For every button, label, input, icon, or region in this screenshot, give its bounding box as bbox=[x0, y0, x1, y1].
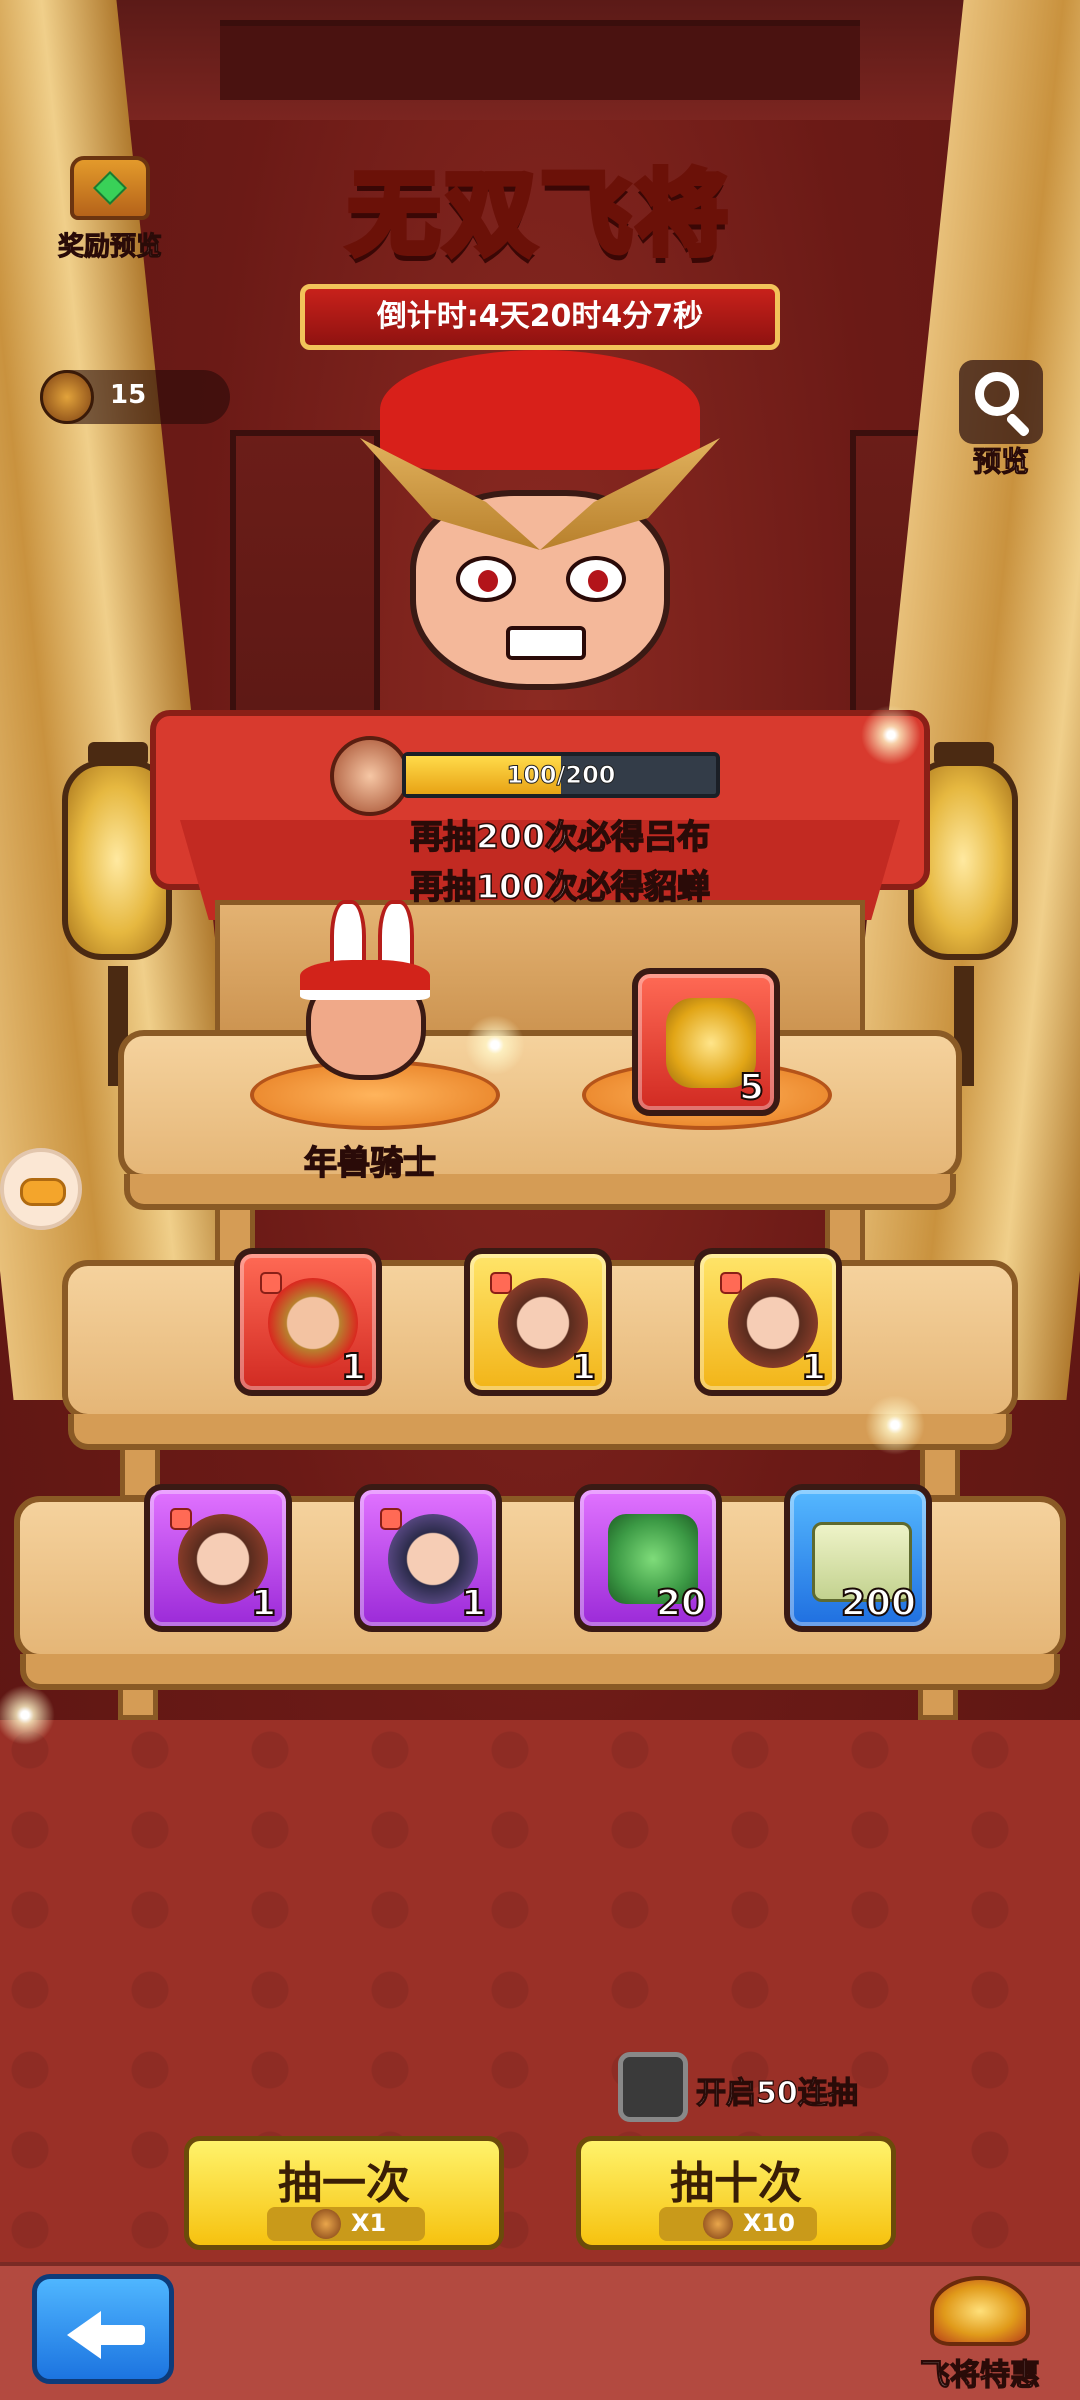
multi-draw-checkbox[interactable] bbox=[618, 2052, 688, 2122]
summon-token-icon bbox=[311, 2209, 341, 2239]
back-button[interactable] bbox=[32, 2274, 174, 2384]
sparkle-effect bbox=[860, 1390, 930, 1460]
pity-progress-text: 100/200 bbox=[506, 761, 616, 790]
search-icon bbox=[959, 360, 1043, 444]
featured-hero-portrait bbox=[340, 350, 740, 710]
draw-ten-button[interactable]: 抽十次 X10 bbox=[576, 2136, 896, 2250]
back-arrow-icon bbox=[67, 2311, 101, 2359]
pity-hero-avatar bbox=[330, 736, 410, 816]
promo-label: 飞将特惠 bbox=[919, 2357, 1040, 2393]
reward-item[interactable]: 1 bbox=[694, 1248, 842, 1396]
treasure-chest-icon bbox=[70, 156, 150, 220]
multi-draw-label: 开启50连抽 bbox=[695, 2075, 858, 2111]
preview-label: 预览 bbox=[972, 445, 1029, 479]
event-title-banner: 无双飞将 bbox=[250, 140, 830, 300]
gold-pile-icon bbox=[930, 2276, 1030, 2346]
featured-character-name: 年兽骑士 bbox=[303, 1142, 437, 1183]
reward-item[interactable]: 20 bbox=[574, 1484, 722, 1632]
pity-progress-bar: 100/200 bbox=[402, 752, 720, 798]
reward-preview-label: 奖励预览 bbox=[57, 232, 162, 263]
currency-value: 15 bbox=[110, 380, 147, 410]
reward-item[interactable]: 1 bbox=[464, 1248, 612, 1396]
reward-item[interactable]: 1 bbox=[234, 1248, 382, 1396]
countdown-timer: 倒计时:4天20时4分7秒 bbox=[300, 284, 780, 350]
gamepad-button[interactable] bbox=[0, 1148, 82, 1230]
promo-button[interactable]: 飞将特惠 bbox=[900, 2276, 1060, 2394]
event-title: 无双飞将 bbox=[345, 158, 732, 271]
currency-counter: 15 bbox=[40, 370, 230, 424]
ceiling bbox=[0, 0, 1080, 120]
gamepad-icon bbox=[20, 1178, 66, 1206]
reward-item[interactable]: 5 bbox=[632, 968, 780, 1116]
draw-ten-cost: X10 bbox=[659, 2207, 817, 2241]
pity-line-1: 再抽200次必得吕布 bbox=[409, 816, 711, 857]
reward-preview-button[interactable]: 奖励预览 bbox=[50, 156, 170, 263]
featured-character-sprite[interactable] bbox=[290, 900, 440, 1100]
draw-once-cost: X1 bbox=[267, 2207, 425, 2241]
preview-button[interactable]: 预览 bbox=[956, 360, 1046, 479]
reward-item[interactable]: 200 bbox=[784, 1484, 932, 1632]
summon-token-icon bbox=[703, 2209, 733, 2239]
reward-item[interactable]: 1 bbox=[354, 1484, 502, 1632]
summon-token-icon bbox=[40, 370, 94, 424]
sparkle-effect bbox=[0, 1680, 60, 1750]
draw-once-button[interactable]: 抽一次 X1 bbox=[184, 2136, 504, 2250]
sparkle-effect bbox=[856, 700, 926, 770]
shelf-top bbox=[118, 1030, 962, 1210]
pity-hero-name-1: 吕布 bbox=[643, 816, 711, 857]
reward-item[interactable]: 1 bbox=[144, 1484, 292, 1632]
pity-hero-name-2: 貂蝉 bbox=[643, 866, 711, 907]
sparkle-effect bbox=[460, 1010, 530, 1080]
